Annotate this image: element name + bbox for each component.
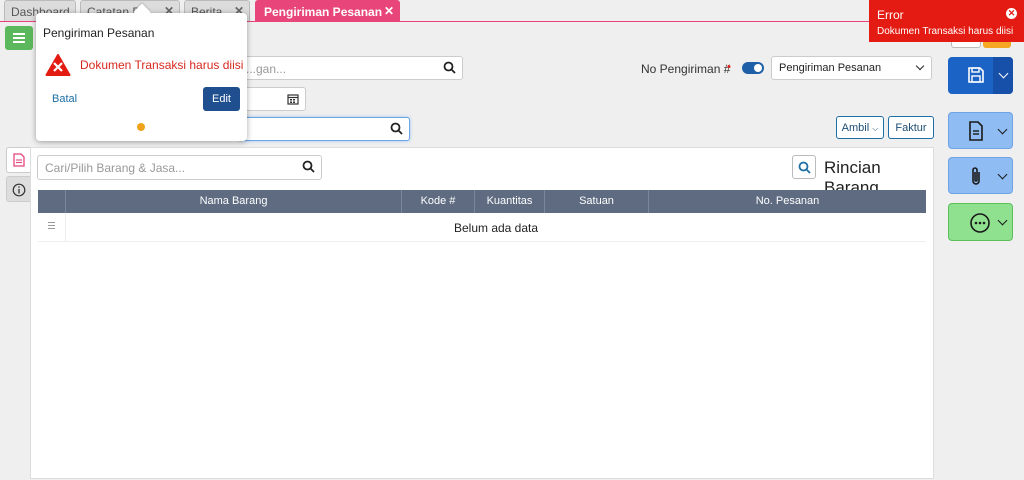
customer-placeholder: ...gan...	[246, 62, 287, 76]
calendar-icon[interactable]	[287, 93, 299, 105]
cancel-button[interactable]: Batal	[52, 93, 77, 105]
toast-title: Error	[877, 8, 904, 22]
search-icon[interactable]	[390, 122, 403, 135]
ambil-button[interactable]: Ambil ⌵	[836, 116, 884, 139]
list-menu-button[interactable]	[5, 26, 33, 50]
paperclip-icon	[972, 167, 980, 185]
popover-message: Dokumen Transaksi harus diisi	[80, 58, 244, 72]
document-button[interactable]	[948, 112, 1013, 149]
document-search-input[interactable]	[238, 117, 410, 141]
row-handle[interactable]	[38, 213, 66, 241]
item-search-placeholder: Cari/Pilih Barang & Jasa...	[45, 161, 186, 175]
search-icon	[798, 161, 811, 174]
validation-popover: Pengiriman Pesanan Dokumen Transaksi har…	[36, 3, 247, 141]
empty-message: Belum ada data	[453, 221, 539, 235]
auto-number-toggle[interactable]	[742, 62, 764, 74]
ambil-label: Ambil	[841, 122, 870, 134]
column-header[interactable]: Kode #	[402, 190, 475, 213]
no-pengiriman-label: No Pengiriman #	[641, 62, 731, 76]
warning-icon	[45, 54, 71, 76]
save-icon	[968, 67, 984, 83]
handle-column	[38, 190, 66, 213]
document-icon	[969, 121, 983, 141]
popover-title: Pengiriman Pesanan	[43, 26, 155, 40]
toast-message: Dokumen Transaksi harus diisi	[877, 26, 1014, 37]
chevron-down-icon: ⌵	[872, 124, 879, 133]
faktur-button[interactable]: Faktur	[888, 116, 934, 139]
item-details-panel: Cari/Pilih Barang & Jasa... Rincian Bara…	[30, 147, 934, 479]
transaction-type-value: Pengiriman Pesanan	[779, 62, 882, 74]
tab-pengiriman-pesanan[interactable]: Pengiriman Pesanan ✕	[255, 0, 400, 21]
edit-button[interactable]: Edit	[203, 87, 240, 111]
attachment-button[interactable]	[948, 157, 1013, 194]
search-icon[interactable]	[443, 61, 456, 74]
chevron-down-icon	[998, 68, 1009, 79]
required-mark: •	[727, 61, 731, 73]
faktur-label: Faktur	[895, 122, 927, 134]
column-header[interactable]: No. Pesanan	[649, 190, 926, 213]
document-icon	[13, 153, 25, 167]
close-icon[interactable]: ✕	[384, 4, 394, 18]
more-icon	[970, 213, 990, 233]
error-toast: Error Dokumen Transaksi harus diisi ✕	[869, 0, 1024, 42]
table-row: Belum ada data	[38, 213, 926, 242]
chevron-down-icon	[915, 61, 925, 71]
transaction-type-select[interactable]: Pengiriman Pesanan	[771, 56, 932, 80]
item-search-input[interactable]: Cari/Pilih Barang & Jasa...	[37, 155, 322, 180]
search-items-button[interactable]	[792, 155, 816, 179]
chevron-down-icon	[997, 124, 1008, 135]
tab-info[interactable]	[6, 176, 30, 202]
items-table-header: Nama Barang Kode # Kuantitas Satuan No. …	[38, 190, 926, 213]
more-actions-button[interactable]	[948, 203, 1013, 241]
column-header[interactable]: Satuan	[545, 190, 649, 213]
indicator-dot	[137, 123, 145, 131]
chevron-down-icon	[997, 169, 1008, 180]
save-dropdown[interactable]	[993, 57, 1013, 94]
close-icon[interactable]: ✕	[1006, 8, 1017, 19]
customer-search-input[interactable]: ...gan...	[238, 56, 463, 80]
search-icon[interactable]	[302, 160, 315, 173]
date-input[interactable]	[238, 87, 306, 111]
save-button[interactable]	[948, 57, 1013, 94]
tab-label: Pengiriman Pesanan	[264, 5, 383, 19]
tab-item-details[interactable]	[6, 147, 30, 173]
drag-handle-icon	[48, 222, 55, 229]
column-header[interactable]: Kuantitas	[475, 190, 545, 213]
chevron-down-icon	[997, 215, 1008, 226]
info-icon	[12, 183, 26, 197]
column-header[interactable]: Nama Barang	[66, 190, 402, 213]
